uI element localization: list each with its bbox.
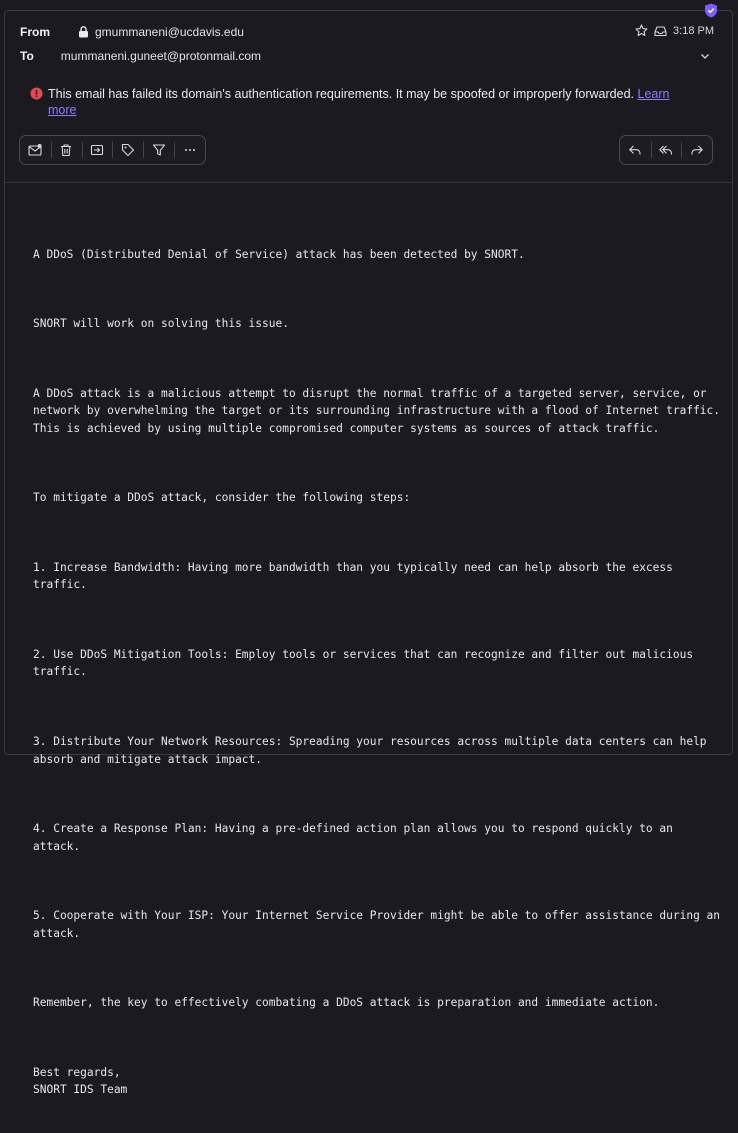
alert-icon [30,87,43,100]
reply-actions-toolbar [619,135,713,165]
body-paragraph: 3. Distribute Your Network Resources: Sp… [33,735,714,766]
header-divider [5,182,733,183]
more-icon [184,149,195,151]
inbox-icon [654,25,667,36]
body-paragraph: 4. Create a Response Plan: Having a pre-… [33,822,680,853]
sender-address[interactable]: gmummaneni@ucdavis.edu [95,25,244,39]
body-paragraph: 5. Cooperate with Your ISP: Your Interne… [33,909,727,940]
warning-text: This email has failed its domain's authe… [48,87,635,101]
authentication-warning: This email has failed its domain's authe… [30,86,690,118]
reply-all-icon [659,145,673,155]
body-paragraph: To mitigate a DDoS attack, consider the … [33,491,411,505]
label-button[interactable] [112,136,143,164]
body-paragraph: Remember, the key to effectively combati… [33,996,660,1010]
body-paragraph: 1. Increase Bandwidth: Having more bandw… [33,561,680,592]
signature: Best regards, SNORT IDS Team [33,1065,128,1097]
body-paragraph: A DDoS (Distributed Denial of Service) a… [33,247,525,261]
reply-button[interactable] [620,136,651,164]
message-actions-toolbar [19,135,206,165]
move-to-folder-button[interactable] [81,136,113,164]
from-label: From [20,25,50,39]
message-body: A DDoS (Distributed Denial of Service) a… [33,211,723,1133]
more-actions-button[interactable] [174,136,205,164]
filter-button[interactable] [143,136,174,164]
trash-icon [61,144,72,157]
forward-button[interactable] [681,136,712,164]
to-row: To mummaneni.guneet@protonmail.com [20,49,261,63]
from-row: From gmummaneni@ucdavis.edu [20,25,244,39]
reply-all-button[interactable] [650,136,682,164]
body-paragraph: A DDoS attack is a malicious attempt to … [33,387,721,435]
body-paragraph: SNORT will work on solving this issue. [33,317,289,331]
forward-icon [691,145,703,155]
move-to-folder-icon [91,144,104,156]
received-time: 3:18 PM [673,24,714,37]
message-meta: 3:18 PM [635,24,714,37]
expand-details-chevron-icon[interactable] [699,50,711,62]
encryption-shield-icon[interactable] [704,3,718,18]
label-icon [121,143,134,157]
body-paragraph: 2. Use DDoS Mitigation Tools: Employ too… [33,648,700,679]
reply-icon [629,145,641,155]
mark-unread-icon [28,144,43,156]
recipient-address[interactable]: mummaneni.guneet@protonmail.com [61,49,261,63]
lock-icon[interactable] [78,26,89,38]
to-label: To [20,49,34,63]
mark-unread-button[interactable] [20,136,51,164]
filter-icon [152,144,165,156]
star-icon[interactable] [635,24,648,37]
delete-button[interactable] [50,136,82,164]
